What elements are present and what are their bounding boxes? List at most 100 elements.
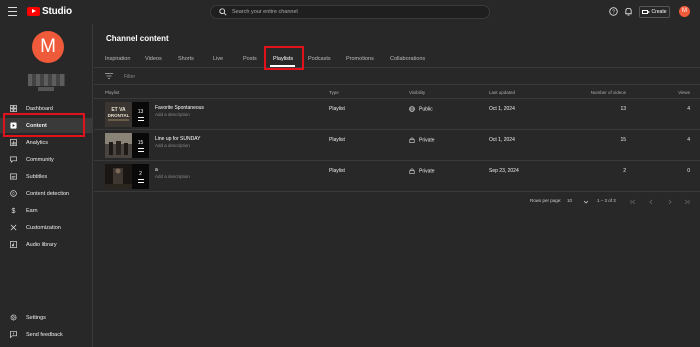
playlist-title[interactable]: a	[155, 167, 158, 173]
lock-icon	[409, 137, 415, 143]
last-updated: Oct 1, 2024	[489, 137, 515, 143]
search-input[interactable]: Search your entire channel	[210, 5, 490, 19]
pagination-range: 1 – 3 of 3	[597, 198, 616, 203]
visibility-cell[interactable]: Public	[409, 106, 433, 112]
playlist-description[interactable]: Add a description	[155, 174, 190, 179]
tab-shorts[interactable]: Shorts	[178, 56, 194, 62]
thumbnail-image: ET VADRONTAL	[105, 102, 132, 127]
chevron-down-icon[interactable]	[583, 199, 589, 205]
tab-bar: Inspiration Videos Shorts Live Posts Pla…	[94, 50, 700, 68]
playlist-description[interactable]: Add a description	[155, 112, 190, 117]
column-header-last-updated[interactable]: Last updated	[489, 90, 515, 95]
top-bar: Studio Search your entire channel ? Crea…	[0, 0, 700, 24]
sidebar-item-label: Customization	[26, 224, 61, 231]
globe-icon	[409, 106, 415, 112]
rows-per-page-value: 10	[567, 198, 573, 203]
dashboard-icon	[10, 105, 17, 112]
channel-name-redacted	[28, 74, 65, 86]
visibility-label: Private	[419, 137, 435, 144]
help-icon[interactable]: ?	[609, 7, 618, 16]
table-row[interactable]: ET VA DRONTAL 13 Favorite Spontaneous Add…	[94, 99, 700, 130]
svg-text:©: ©	[12, 191, 15, 196]
column-header-number-of-videos[interactable]: Number of videos	[591, 90, 626, 95]
customization-icon	[10, 224, 17, 231]
sidebar-item-label: Content detection	[26, 190, 70, 197]
last-updated: Oct 1, 2024	[489, 106, 515, 112]
view-count: 0	[687, 168, 690, 174]
video-count: 2	[623, 168, 626, 174]
tab-playlists[interactable]: Playlists	[273, 56, 293, 62]
tab-live[interactable]: Live	[213, 56, 223, 62]
rows-per-page-select[interactable]: 10	[567, 198, 572, 203]
previous-page-icon[interactable]	[648, 199, 654, 205]
tab-podcasts[interactable]: Podcasts	[308, 56, 331, 62]
playlist-type: Playlist	[329, 168, 345, 174]
tab-collaborations[interactable]: Collaborations	[390, 56, 425, 62]
playlist-count-overlay: 15	[132, 133, 149, 158]
sidebar-item-label: Earn	[26, 207, 38, 214]
subtitles-icon	[10, 173, 17, 180]
sidebar: M Dashboard Content Analytics Community …	[0, 24, 93, 347]
sidebar-item-audio-library[interactable]: Audio library	[0, 237, 93, 252]
menu-icon[interactable]	[8, 7, 17, 16]
filter-bar[interactable]: Filter	[94, 68, 700, 85]
sidebar-item-dashboard[interactable]: Dashboard	[0, 101, 93, 116]
last-updated: Sep 23, 2024	[489, 168, 519, 174]
column-header-views[interactable]: Views	[678, 90, 690, 95]
create-button[interactable]: Create	[639, 6, 670, 18]
sidebar-item-label: Content	[26, 122, 47, 129]
channel-avatar[interactable]: M	[32, 31, 64, 63]
filter-icon	[105, 73, 113, 79]
sidebar-item-earn[interactable]: $ Earn	[0, 203, 93, 218]
feedback-icon	[10, 331, 17, 338]
rows-per-page-label: Rows per page:	[530, 198, 562, 203]
thumbnail-video-count: 2	[139, 171, 142, 177]
tab-promotions[interactable]: Promotions	[346, 56, 374, 62]
sidebar-item-community[interactable]: Community	[0, 152, 93, 167]
playlist-icon	[137, 148, 144, 152]
column-header-type[interactable]: Type	[329, 90, 339, 95]
svg-text:$: $	[12, 208, 16, 214]
playlist-title[interactable]: Favorite Spontaneous	[155, 105, 204, 111]
video-camera-icon	[642, 10, 651, 14]
tab-videos[interactable]: Videos	[145, 56, 162, 62]
youtube-logo-icon	[27, 7, 40, 16]
playlist-type: Playlist	[329, 106, 345, 112]
account-avatar[interactable]: M	[679, 6, 690, 17]
sidebar-item-content-detection[interactable]: © Content detection	[0, 186, 93, 201]
last-page-icon[interactable]	[684, 199, 690, 205]
sidebar-item-content[interactable]: Content	[0, 118, 93, 133]
tab-posts[interactable]: Posts	[243, 56, 257, 62]
visibility-cell[interactable]: Private	[409, 137, 435, 143]
logo-text: Studio	[42, 6, 72, 17]
table-row[interactable]: 2 a Add a description Playlist Private S…	[94, 161, 700, 192]
notifications-icon[interactable]	[624, 7, 633, 16]
sidebar-item-analytics[interactable]: Analytics	[0, 135, 93, 150]
playlist-title[interactable]: Line up for SUNDAY	[155, 136, 200, 142]
analytics-icon	[10, 139, 17, 146]
channel-handle-redacted	[38, 87, 54, 91]
playlist-icon	[137, 117, 144, 121]
next-page-icon[interactable]	[667, 199, 673, 205]
playlist-thumbnail[interactable]: ET VA DRONTAL 13	[105, 102, 149, 127]
sidebar-item-label: Audio library	[26, 241, 57, 248]
column-header-visibility[interactable]: Visibility	[409, 90, 425, 95]
gear-icon	[10, 314, 17, 321]
thumbnail-video-count: 15	[137, 140, 144, 146]
playlist-thumbnail[interactable]: 2	[105, 164, 149, 189]
sidebar-item-subtitles[interactable]: Subtitles	[0, 169, 93, 184]
playlist-description[interactable]: Add a description	[155, 143, 190, 148]
first-page-icon[interactable]	[630, 199, 636, 205]
thumbnail-video-count: 13	[137, 109, 144, 115]
playlist-thumbnail[interactable]: 15	[105, 133, 149, 158]
table-row[interactable]: 15 Line up for SUNDAY Add a description …	[94, 130, 700, 161]
create-label: Create	[651, 9, 667, 15]
column-header-playlist[interactable]: Playlist	[105, 90, 119, 95]
tab-inspiration[interactable]: Inspiration	[105, 56, 130, 62]
visibility-cell[interactable]: Private	[409, 168, 435, 174]
thumbnail-image	[105, 133, 132, 158]
sidebar-item-send-feedback[interactable]: Send feedback	[0, 327, 93, 342]
sidebar-item-customization[interactable]: Customization	[0, 220, 93, 235]
studio-logo[interactable]: Studio	[27, 6, 72, 17]
sidebar-item-settings[interactable]: Settings	[0, 310, 93, 325]
